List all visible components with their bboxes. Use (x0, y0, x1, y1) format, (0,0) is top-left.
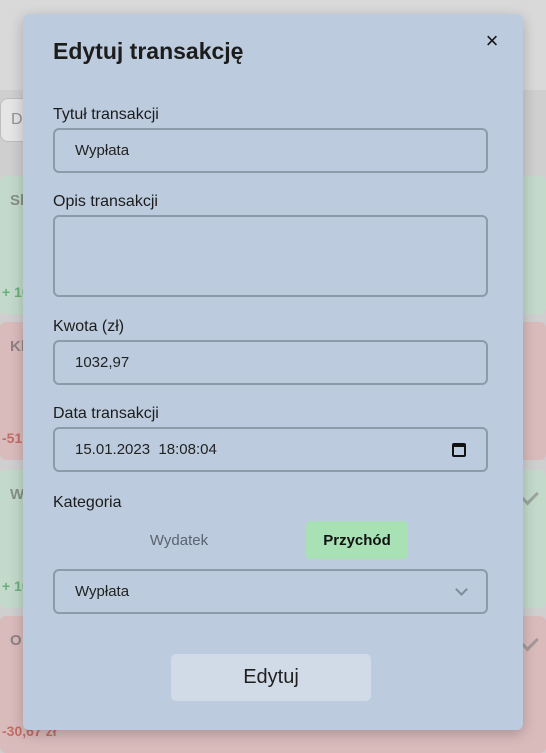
category-select-value: Wypłata (75, 583, 130, 600)
category-label: Kategoria (53, 494, 122, 511)
chevron-down-icon (455, 582, 468, 596)
date-input-value: 15.01.2023 18:08:04 (75, 441, 217, 458)
edit-transaction-modal: Edytuj transakcję × Tytuł transakcji Wyp… (23, 14, 523, 730)
amount-input[interactable]: 1032,97 (53, 340, 488, 385)
modal-title: Edytuj transakcję (53, 38, 244, 64)
amount-field-label: Kwota (zł) (53, 318, 125, 335)
date-input[interactable]: 15.01.2023 18:08:04 (53, 427, 488, 472)
close-icon[interactable]: × (479, 28, 505, 54)
description-textarea[interactable] (53, 215, 488, 297)
title-input-value: Wypłata (75, 142, 130, 159)
title-input[interactable]: Wypłata (53, 128, 488, 173)
expense-type-button[interactable]: Wydatek (119, 521, 239, 559)
amount-input-value: 1032,97 (75, 354, 130, 371)
category-select[interactable]: Wypłata (53, 569, 488, 614)
edit-submit-button[interactable]: Edytuj (171, 654, 371, 701)
date-field-label: Data transakcji (53, 405, 159, 422)
title-field-label: Tytuł transakcji (53, 106, 159, 123)
description-field-label: Opis transakcji (53, 193, 158, 210)
income-type-button[interactable]: Przychód (306, 521, 408, 559)
calendar-icon[interactable] (452, 442, 466, 457)
